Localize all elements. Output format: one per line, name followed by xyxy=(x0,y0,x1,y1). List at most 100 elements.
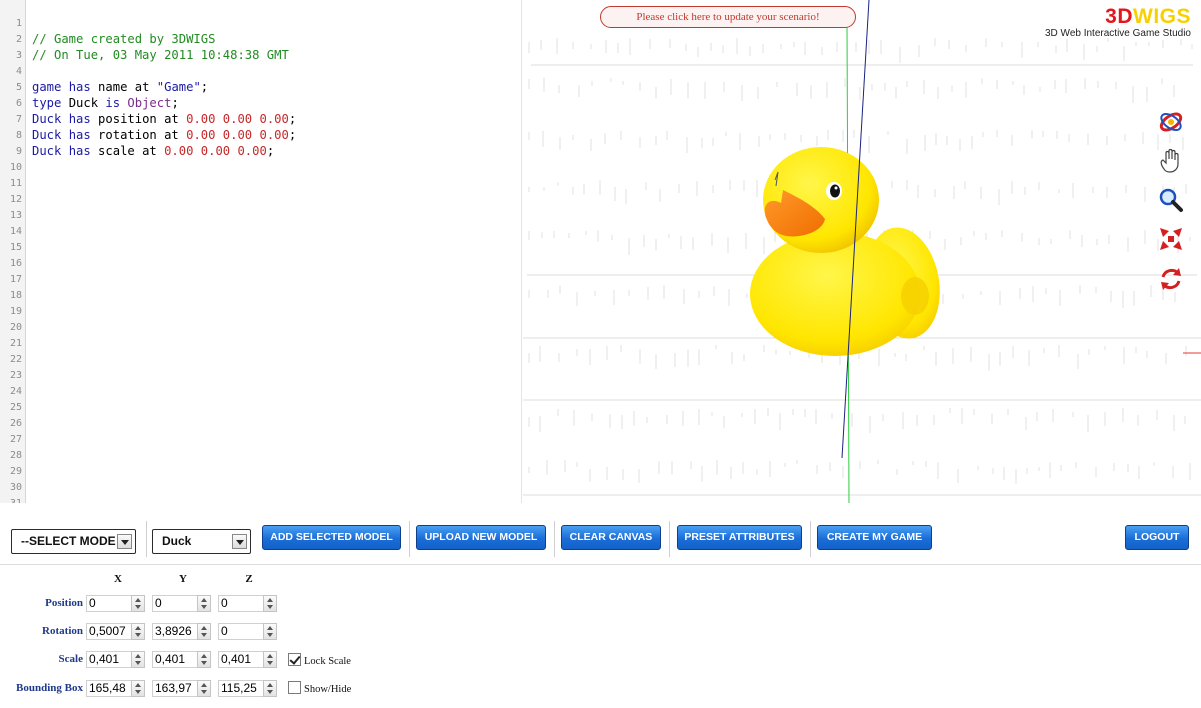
toolbar-divider xyxy=(554,521,555,557)
clear-canvas-button[interactable]: CLEAR CANVAS xyxy=(561,525,661,550)
column-header-z: Z xyxy=(245,573,253,585)
line-number: 11 xyxy=(9,178,22,189)
3d-scene[interactable] xyxy=(523,0,1201,503)
code-token: has xyxy=(68,112,91,126)
duck-eye-glint xyxy=(834,186,838,190)
code-line: Duck has rotation at 0.00 0.00 0.00; xyxy=(32,128,296,144)
pan-hand-icon[interactable] xyxy=(1157,147,1185,175)
position-y-input[interactable]: 0 xyxy=(152,595,197,612)
chevron-down-icon[interactable] xyxy=(117,534,132,549)
bounding-box-x-input[interactable]: 165,48 xyxy=(86,680,131,697)
code-token: "Game" xyxy=(156,80,201,94)
bounding-box-y-input[interactable]: 163,97 xyxy=(152,680,197,697)
reset-refresh-icon[interactable] xyxy=(1157,265,1185,293)
code-token: is xyxy=(105,96,121,110)
scale-y-stepper[interactable]: 0,401 xyxy=(152,651,212,668)
line-number: 4 xyxy=(15,66,22,77)
scale-x-input[interactable]: 0,401 xyxy=(86,651,131,668)
line-number: 8 xyxy=(15,130,22,141)
update-scenario-banner[interactable]: Please click here to update your scenari… xyxy=(600,6,856,28)
position-x-stepper[interactable]: 0 xyxy=(86,595,146,612)
bounding-box-x-stepper[interactable]: 165,48 xyxy=(86,680,146,697)
line-number: 29 xyxy=(9,466,22,477)
show-hide-label: Show/Hide xyxy=(304,684,352,695)
stepper-arrows[interactable] xyxy=(263,623,277,640)
scale-z-input[interactable]: 0,401 xyxy=(218,651,263,668)
stepper-arrows[interactable] xyxy=(131,680,145,697)
duck-head xyxy=(763,147,879,253)
zoom-magnifier-icon[interactable] xyxy=(1157,186,1185,214)
brand-tagline: 3D Web Interactive Game Studio xyxy=(1045,28,1191,39)
line-number: 13 xyxy=(9,210,22,221)
toolbar-divider xyxy=(409,521,410,557)
add-selected-model-button[interactable]: ADD SELECTED MODEL xyxy=(262,525,401,550)
bounding-box-z-stepper[interactable]: 115,25 xyxy=(218,680,278,697)
stepper-arrows[interactable] xyxy=(197,595,211,612)
rotation-z-stepper[interactable]: 0 xyxy=(218,623,278,640)
stepper-arrows[interactable] xyxy=(197,680,211,697)
scale-y-input[interactable]: 0,401 xyxy=(152,651,197,668)
rotation-x-input[interactable]: 0,5007 xyxy=(86,623,131,640)
3d-viewport[interactable]: Please click here to update your scenari… xyxy=(523,0,1201,503)
code-token: ; xyxy=(200,80,209,94)
stepper-arrows[interactable] xyxy=(263,595,277,612)
duck-model[interactable] xyxy=(750,147,948,356)
rotation-z-input[interactable]: 0 xyxy=(218,623,263,640)
duck-pupil xyxy=(830,184,840,198)
preset-attributes-button[interactable]: PRESET ATTRIBUTES xyxy=(677,525,802,550)
code-token: ; xyxy=(266,144,275,158)
line-number: 15 xyxy=(9,242,22,253)
position-z-input[interactable]: 0 xyxy=(218,595,263,612)
code-token: ; xyxy=(288,128,297,142)
stepper-arrows[interactable] xyxy=(131,595,145,612)
lock-scale-checkbox[interactable] xyxy=(288,653,301,666)
brand-logo-part1: 3D xyxy=(1105,5,1133,28)
code-token: // Game created by 3DWIGS xyxy=(32,32,216,46)
mode-select[interactable]: --SELECT MODE xyxy=(11,529,136,554)
code-line: // Game created by 3DWIGS xyxy=(32,32,215,48)
model-attributes-panel: X Y Z Position 0 0 0 Rotation 0,5007 3,8… xyxy=(0,566,1201,708)
code-line: Duck has scale at 0.00 0.00 0.00; xyxy=(32,144,274,160)
bounding-box-label: Bounding Box xyxy=(16,682,83,694)
code-token: Duck xyxy=(32,112,62,126)
code-token: Duck xyxy=(32,144,62,158)
rotation-x-stepper[interactable]: 0,5007 xyxy=(86,623,146,640)
scale-label: Scale xyxy=(58,653,83,665)
code-token: Duck xyxy=(61,96,106,110)
code-token: has xyxy=(68,80,91,94)
chevron-down-icon[interactable] xyxy=(232,534,247,549)
stepper-arrows[interactable] xyxy=(263,651,277,668)
line-number-gutter: 1 2 3 4 5 6 7 8 9 10 11 12 13 14 15 16 17 18 19 20 21 22 23 24 2… xyxy=(0,0,26,503)
line-number: 28 xyxy=(9,450,22,461)
line-number: 14 xyxy=(9,226,22,237)
line-number: 24 xyxy=(9,386,22,397)
logout-button[interactable]: LOGOUT xyxy=(1125,525,1189,550)
code-editor[interactable]: 1 2 3 4 5 6 7 8 9 10 11 12 13 14 15 16 17 18 19 20 21 22 23 24 2… xyxy=(0,0,522,503)
line-number: 25 xyxy=(9,402,22,413)
rotation-y-input[interactable]: 3,8926 xyxy=(152,623,197,640)
stepper-arrows[interactable] xyxy=(131,623,145,640)
show-hide-bounding-box-checkbox[interactable] xyxy=(288,681,301,694)
position-x-input[interactable]: 0 xyxy=(86,595,131,612)
model-select[interactable]: Duck xyxy=(152,529,251,554)
rotation-y-stepper[interactable]: 3,8926 xyxy=(152,623,212,640)
stepper-arrows[interactable] xyxy=(197,623,211,640)
bounding-box-z-input[interactable]: 115,25 xyxy=(218,680,263,697)
position-y-stepper[interactable]: 0 xyxy=(152,595,212,612)
upload-new-model-button[interactable]: UPLOAD NEW MODEL xyxy=(416,525,546,550)
stepper-arrows[interactable] xyxy=(263,680,277,697)
code-token: name at xyxy=(90,80,157,94)
create-my-game-button[interactable]: CREATE MY GAME xyxy=(817,525,932,550)
scale-x-stepper[interactable]: 0,401 xyxy=(86,651,146,668)
column-header-x: X xyxy=(114,573,122,585)
orbit-icon[interactable] xyxy=(1157,108,1185,136)
stepper-arrows[interactable] xyxy=(131,651,145,668)
toolbar-divider xyxy=(810,521,811,557)
scale-z-stepper[interactable]: 0,401 xyxy=(218,651,278,668)
stepper-arrows[interactable] xyxy=(197,651,211,668)
bounding-box-y-stepper[interactable]: 163,97 xyxy=(152,680,212,697)
fit-view-arrows-icon[interactable] xyxy=(1157,225,1185,253)
position-z-stepper[interactable]: 0 xyxy=(218,595,278,612)
